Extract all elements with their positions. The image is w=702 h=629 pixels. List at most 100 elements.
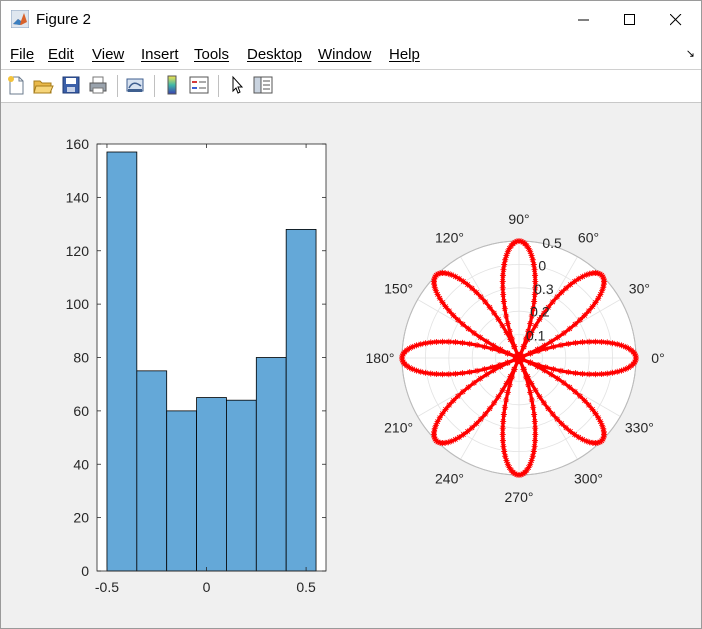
polar-star-marker	[506, 381, 513, 388]
polar-star-marker	[504, 359, 511, 366]
dock-arrow-icon[interactable]: ↘	[686, 47, 695, 60]
menu-file[interactable]: File	[10, 46, 34, 63]
polar-star-marker	[500, 443, 507, 450]
polar-star-marker	[531, 411, 538, 418]
new-figure-icon[interactable]	[5, 74, 27, 96]
polar-star-marker	[500, 298, 507, 305]
figure-canvas[interactable]: 0 20 40 60 80 100 120 140 160 -0.5 0 0.5 0.5 0 0.3 0.2…	[1, 103, 701, 628]
polar-star-marker	[511, 343, 518, 350]
polar-star-marker	[577, 393, 584, 400]
polar-star-marker	[417, 368, 424, 375]
polar-star-marker	[532, 272, 539, 279]
polar-star-marker	[529, 256, 536, 263]
polar-star-marker	[464, 281, 471, 288]
polar-star-marker	[609, 340, 616, 347]
polar-star-marker	[471, 330, 478, 337]
polar-star-marker	[592, 371, 599, 378]
polar-star-marker	[477, 416, 484, 423]
polar-star-marker	[499, 437, 506, 444]
histogram-axes[interactable]: 0 20 40 60 80 100 120 140 160 -0.5 0 0.5	[66, 136, 327, 595]
polar-star-marker	[528, 457, 535, 464]
menu-edit[interactable]: Edit	[48, 46, 74, 63]
polar-star-marker	[595, 414, 602, 421]
polar-star-marker	[471, 379, 478, 386]
polar-theta-label: 90°	[508, 211, 529, 227]
minimize-button[interactable]	[561, 1, 607, 39]
polar-star-marker	[459, 321, 466, 328]
close-button[interactable]	[653, 1, 699, 39]
polar-star-marker	[531, 266, 538, 273]
pointer-icon[interactable]	[226, 74, 248, 96]
menu-window[interactable]: Window	[318, 46, 371, 63]
polar-star-marker	[633, 355, 639, 361]
polar-star-marker	[500, 418, 507, 425]
polar-star-marker	[548, 371, 555, 378]
polar-star-marker	[456, 434, 463, 441]
polar-star-marker	[489, 345, 496, 352]
polar-r-tick-label: 0.5	[542, 235, 562, 251]
figure-window: Figure 2 File Edit View Insert Tools Des…	[0, 0, 702, 629]
polar-star-marker	[532, 431, 539, 438]
maximize-button[interactable]	[607, 1, 653, 39]
save-icon[interactable]	[60, 74, 82, 96]
polar-star-marker	[452, 370, 459, 377]
polar-star-marker	[530, 448, 537, 455]
polar-star-marker	[501, 404, 508, 411]
polar-star-marker	[477, 375, 484, 382]
polar-star-marker	[501, 305, 508, 312]
polar-star-marker	[500, 266, 507, 273]
polar-star-marker	[563, 424, 570, 431]
y-tick-label: 60	[73, 403, 89, 419]
polar-star-marker	[527, 350, 534, 357]
polar-star-marker	[579, 339, 586, 346]
y-tick-label: 140	[66, 189, 90, 205]
menu-desktop[interactable]: Desktop	[247, 46, 302, 63]
polar-star-marker	[503, 396, 510, 403]
title-bar[interactable]: Figure 2	[1, 1, 701, 39]
polar-star-marker	[466, 369, 473, 376]
polar-star-marker	[604, 339, 611, 346]
minimize-icon	[578, 19, 589, 21]
polar-star-marker	[586, 371, 593, 378]
polar-star-marker	[439, 410, 446, 417]
colorbar-icon[interactable]	[161, 74, 183, 96]
y-tick-label: 160	[66, 136, 90, 152]
polar-star-marker	[499, 278, 506, 285]
polar-star-marker	[585, 307, 592, 314]
menu-view[interactable]: View	[92, 46, 124, 63]
print-icon[interactable]	[87, 74, 109, 96]
polar-theta-label: 180°	[366, 350, 395, 366]
polar-theta-label: 240°	[435, 470, 464, 486]
link-icon[interactable]	[124, 74, 146, 96]
open-file-icon[interactable]	[32, 74, 54, 96]
polar-star-marker	[614, 368, 621, 375]
polar-star-marker	[604, 370, 611, 377]
polar-theta-label: 300°	[574, 470, 603, 486]
histogram-bar	[226, 399, 257, 572]
histogram-bar	[196, 397, 227, 572]
polar-star-marker	[536, 393, 543, 400]
polar-star-marker	[503, 313, 510, 320]
polar-star-marker	[504, 389, 511, 396]
menu-insert[interactable]: Insert	[141, 46, 179, 63]
menu-tools[interactable]: Tools	[194, 46, 229, 63]
polar-star-marker	[554, 416, 561, 423]
polar-theta-label: 270°	[505, 489, 534, 505]
property-inspector-icon[interactable]	[252, 74, 274, 96]
menu-help[interactable]: Help	[389, 46, 420, 63]
polar-axes[interactable]: 0.5 0 0.3 0.2 0.1 0° 30° 60° 90° 120° 150° 180° 210°…	[366, 211, 665, 505]
histogram-bar	[285, 228, 317, 572]
polar-star-marker	[565, 340, 572, 347]
polar-star-marker	[575, 275, 582, 282]
polar-star-marker	[481, 366, 488, 373]
polar-star-marker	[542, 364, 549, 371]
polar-star-marker	[592, 410, 599, 417]
polar-star-marker	[446, 402, 453, 409]
polar-star-marker	[500, 411, 507, 418]
polar-star-marker	[501, 448, 508, 455]
polar-star-marker	[499, 431, 506, 438]
polar-star-marker	[465, 384, 472, 391]
polar-star-marker	[486, 405, 493, 412]
legend-icon[interactable]	[188, 74, 210, 96]
polar-star-marker	[618, 342, 625, 349]
